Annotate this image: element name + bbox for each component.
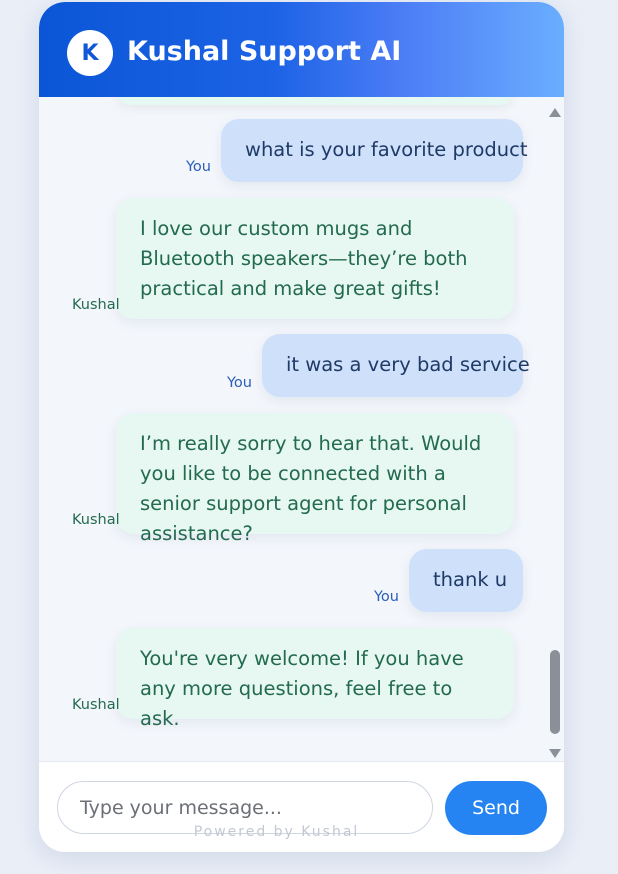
powered-by-footer: Powered by Kushal xyxy=(193,824,360,840)
user-message-bubble: it was a very bad service xyxy=(262,334,530,397)
user-sender-label: You xyxy=(186,159,211,175)
message-list[interactable]: what is your favorite product You I love… xyxy=(39,97,564,761)
message-scrollbar[interactable] xyxy=(549,108,561,758)
bot-message-bubble: I’m really sorry to hear that. Would you… xyxy=(116,413,514,545)
scroll-thumb[interactable] xyxy=(550,650,560,734)
bot-message-bubble-partial xyxy=(116,97,514,105)
composer: Send Powered by Kushal xyxy=(39,761,564,852)
chat-header: K Kushal Support AI xyxy=(39,2,564,97)
chat-title: Kushal Support AI xyxy=(127,36,402,67)
bot-avatar: K xyxy=(67,30,113,76)
user-message-bubble: thank u xyxy=(409,549,523,612)
user-sender-label: You xyxy=(374,589,399,605)
scroll-down-arrow-icon[interactable] xyxy=(549,749,561,758)
bot-sender-label: Kushal xyxy=(72,297,120,313)
chat-window: K Kushal Support AI what is your favorit… xyxy=(39,2,564,852)
bot-message-bubble: I love our custom mugs and Bluetooth spe… xyxy=(116,198,514,319)
bot-message-bubble: You're very welcome! If you have any mor… xyxy=(116,628,514,730)
user-sender-label: You xyxy=(227,375,252,391)
bot-sender-label: Kushal xyxy=(72,512,120,528)
user-message-bubble: what is your favorite product xyxy=(221,119,527,182)
bot-sender-label: Kushal xyxy=(72,697,120,713)
scroll-up-arrow-icon[interactable] xyxy=(549,108,561,117)
